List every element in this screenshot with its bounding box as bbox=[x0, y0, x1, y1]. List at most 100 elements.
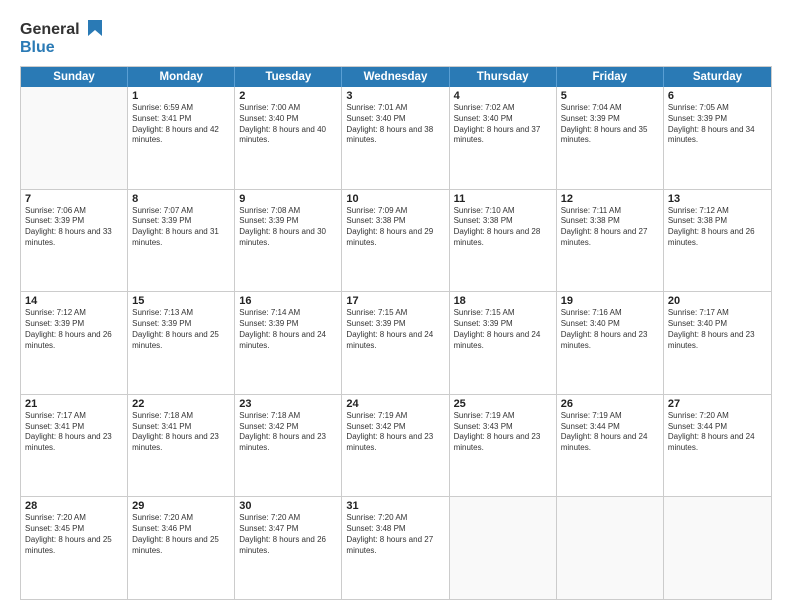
cell-sun-info: Sunrise: 7:13 AM Sunset: 3:39 PM Dayligh… bbox=[132, 308, 230, 351]
calendar-cell: 29Sunrise: 7:20 AM Sunset: 3:46 PM Dayli… bbox=[128, 497, 235, 599]
cell-sun-info: Sunrise: 6:59 AM Sunset: 3:41 PM Dayligh… bbox=[132, 103, 230, 146]
day-number: 25 bbox=[454, 398, 552, 410]
day-number: 28 bbox=[25, 500, 123, 512]
calendar-cell: 18Sunrise: 7:15 AM Sunset: 3:39 PM Dayli… bbox=[450, 292, 557, 394]
day-number: 1 bbox=[132, 90, 230, 102]
weekday-header: Sunday bbox=[21, 67, 128, 87]
cell-sun-info: Sunrise: 7:08 AM Sunset: 3:39 PM Dayligh… bbox=[239, 206, 337, 249]
day-number: 9 bbox=[239, 193, 337, 205]
calendar-cell: 30Sunrise: 7:20 AM Sunset: 3:47 PM Dayli… bbox=[235, 497, 342, 599]
cell-sun-info: Sunrise: 7:12 AM Sunset: 3:39 PM Dayligh… bbox=[25, 308, 123, 351]
calendar-cell: 28Sunrise: 7:20 AM Sunset: 3:45 PM Dayli… bbox=[21, 497, 128, 599]
calendar-cell: 5Sunrise: 7:04 AM Sunset: 3:39 PM Daylig… bbox=[557, 87, 664, 189]
day-number: 17 bbox=[346, 295, 444, 307]
calendar-cell: 1Sunrise: 6:59 AM Sunset: 3:41 PM Daylig… bbox=[128, 87, 235, 189]
calendar-cell: 19Sunrise: 7:16 AM Sunset: 3:40 PM Dayli… bbox=[557, 292, 664, 394]
calendar-cell: 14Sunrise: 7:12 AM Sunset: 3:39 PM Dayli… bbox=[21, 292, 128, 394]
day-number: 27 bbox=[668, 398, 767, 410]
calendar-cell bbox=[664, 497, 771, 599]
weekday-header: Friday bbox=[557, 67, 664, 87]
cell-sun-info: Sunrise: 7:14 AM Sunset: 3:39 PM Dayligh… bbox=[239, 308, 337, 351]
day-number: 4 bbox=[454, 90, 552, 102]
cell-sun-info: Sunrise: 7:07 AM Sunset: 3:39 PM Dayligh… bbox=[132, 206, 230, 249]
calendar-cell: 6Sunrise: 7:05 AM Sunset: 3:39 PM Daylig… bbox=[664, 87, 771, 189]
day-number: 22 bbox=[132, 398, 230, 410]
cell-sun-info: Sunrise: 7:19 AM Sunset: 3:43 PM Dayligh… bbox=[454, 411, 552, 454]
cell-sun-info: Sunrise: 7:18 AM Sunset: 3:41 PM Dayligh… bbox=[132, 411, 230, 454]
logo-svg: GeneralBlue bbox=[20, 16, 110, 60]
cell-sun-info: Sunrise: 7:01 AM Sunset: 3:40 PM Dayligh… bbox=[346, 103, 444, 146]
calendar-week-row: 21Sunrise: 7:17 AM Sunset: 3:41 PM Dayli… bbox=[21, 395, 771, 498]
day-number: 12 bbox=[561, 193, 659, 205]
weekday-header: Wednesday bbox=[342, 67, 449, 87]
calendar-cell bbox=[450, 497, 557, 599]
svg-text:Blue: Blue bbox=[20, 39, 55, 56]
day-number: 2 bbox=[239, 90, 337, 102]
cell-sun-info: Sunrise: 7:18 AM Sunset: 3:42 PM Dayligh… bbox=[239, 411, 337, 454]
day-number: 19 bbox=[561, 295, 659, 307]
calendar-cell: 20Sunrise: 7:17 AM Sunset: 3:40 PM Dayli… bbox=[664, 292, 771, 394]
day-number: 31 bbox=[346, 500, 444, 512]
day-number: 23 bbox=[239, 398, 337, 410]
cell-sun-info: Sunrise: 7:20 AM Sunset: 3:45 PM Dayligh… bbox=[25, 513, 123, 556]
day-number: 8 bbox=[132, 193, 230, 205]
logo: GeneralBlue bbox=[20, 16, 110, 60]
day-number: 24 bbox=[346, 398, 444, 410]
calendar: SundayMondayTuesdayWednesdayThursdayFrid… bbox=[20, 66, 772, 600]
weekday-header: Monday bbox=[128, 67, 235, 87]
cell-sun-info: Sunrise: 7:05 AM Sunset: 3:39 PM Dayligh… bbox=[668, 103, 767, 146]
cell-sun-info: Sunrise: 7:15 AM Sunset: 3:39 PM Dayligh… bbox=[346, 308, 444, 351]
calendar-cell: 9Sunrise: 7:08 AM Sunset: 3:39 PM Daylig… bbox=[235, 190, 342, 292]
day-number: 29 bbox=[132, 500, 230, 512]
day-number: 3 bbox=[346, 90, 444, 102]
calendar-cell: 24Sunrise: 7:19 AM Sunset: 3:42 PM Dayli… bbox=[342, 395, 449, 497]
day-number: 18 bbox=[454, 295, 552, 307]
calendar-body: 1Sunrise: 6:59 AM Sunset: 3:41 PM Daylig… bbox=[21, 87, 771, 599]
calendar-cell: 26Sunrise: 7:19 AM Sunset: 3:44 PM Dayli… bbox=[557, 395, 664, 497]
day-number: 6 bbox=[668, 90, 767, 102]
day-number: 13 bbox=[668, 193, 767, 205]
calendar-cell: 16Sunrise: 7:14 AM Sunset: 3:39 PM Dayli… bbox=[235, 292, 342, 394]
calendar-cell: 10Sunrise: 7:09 AM Sunset: 3:38 PM Dayli… bbox=[342, 190, 449, 292]
cell-sun-info: Sunrise: 7:17 AM Sunset: 3:40 PM Dayligh… bbox=[668, 308, 767, 351]
calendar-week-row: 1Sunrise: 6:59 AM Sunset: 3:41 PM Daylig… bbox=[21, 87, 771, 190]
cell-sun-info: Sunrise: 7:17 AM Sunset: 3:41 PM Dayligh… bbox=[25, 411, 123, 454]
calendar-cell: 17Sunrise: 7:15 AM Sunset: 3:39 PM Dayli… bbox=[342, 292, 449, 394]
calendar-cell: 4Sunrise: 7:02 AM Sunset: 3:40 PM Daylig… bbox=[450, 87, 557, 189]
calendar-page: GeneralBlue SundayMondayTuesdayWednesday… bbox=[0, 0, 792, 612]
calendar-cell: 22Sunrise: 7:18 AM Sunset: 3:41 PM Dayli… bbox=[128, 395, 235, 497]
calendar-cell: 21Sunrise: 7:17 AM Sunset: 3:41 PM Dayli… bbox=[21, 395, 128, 497]
cell-sun-info: Sunrise: 7:20 AM Sunset: 3:44 PM Dayligh… bbox=[668, 411, 767, 454]
day-number: 10 bbox=[346, 193, 444, 205]
day-number: 16 bbox=[239, 295, 337, 307]
day-number: 20 bbox=[668, 295, 767, 307]
cell-sun-info: Sunrise: 7:20 AM Sunset: 3:48 PM Dayligh… bbox=[346, 513, 444, 556]
calendar-week-row: 7Sunrise: 7:06 AM Sunset: 3:39 PM Daylig… bbox=[21, 190, 771, 293]
page-header: GeneralBlue bbox=[20, 16, 772, 60]
calendar-week-row: 14Sunrise: 7:12 AM Sunset: 3:39 PM Dayli… bbox=[21, 292, 771, 395]
cell-sun-info: Sunrise: 7:02 AM Sunset: 3:40 PM Dayligh… bbox=[454, 103, 552, 146]
day-number: 26 bbox=[561, 398, 659, 410]
cell-sun-info: Sunrise: 7:04 AM Sunset: 3:39 PM Dayligh… bbox=[561, 103, 659, 146]
cell-sun-info: Sunrise: 7:11 AM Sunset: 3:38 PM Dayligh… bbox=[561, 206, 659, 249]
calendar-week-row: 28Sunrise: 7:20 AM Sunset: 3:45 PM Dayli… bbox=[21, 497, 771, 599]
calendar-cell bbox=[557, 497, 664, 599]
cell-sun-info: Sunrise: 7:20 AM Sunset: 3:46 PM Dayligh… bbox=[132, 513, 230, 556]
calendar-cell: 11Sunrise: 7:10 AM Sunset: 3:38 PM Dayli… bbox=[450, 190, 557, 292]
day-number: 5 bbox=[561, 90, 659, 102]
calendar-cell bbox=[21, 87, 128, 189]
weekday-header: Saturday bbox=[664, 67, 771, 87]
cell-sun-info: Sunrise: 7:12 AM Sunset: 3:38 PM Dayligh… bbox=[668, 206, 767, 249]
day-number: 7 bbox=[25, 193, 123, 205]
calendar-cell: 8Sunrise: 7:07 AM Sunset: 3:39 PM Daylig… bbox=[128, 190, 235, 292]
cell-sun-info: Sunrise: 7:10 AM Sunset: 3:38 PM Dayligh… bbox=[454, 206, 552, 249]
calendar-cell: 2Sunrise: 7:00 AM Sunset: 3:40 PM Daylig… bbox=[235, 87, 342, 189]
calendar-cell: 7Sunrise: 7:06 AM Sunset: 3:39 PM Daylig… bbox=[21, 190, 128, 292]
calendar-cell: 23Sunrise: 7:18 AM Sunset: 3:42 PM Dayli… bbox=[235, 395, 342, 497]
calendar-cell: 27Sunrise: 7:20 AM Sunset: 3:44 PM Dayli… bbox=[664, 395, 771, 497]
weekday-header: Thursday bbox=[450, 67, 557, 87]
day-number: 11 bbox=[454, 193, 552, 205]
cell-sun-info: Sunrise: 7:19 AM Sunset: 3:42 PM Dayligh… bbox=[346, 411, 444, 454]
cell-sun-info: Sunrise: 7:09 AM Sunset: 3:38 PM Dayligh… bbox=[346, 206, 444, 249]
calendar-cell: 13Sunrise: 7:12 AM Sunset: 3:38 PM Dayli… bbox=[664, 190, 771, 292]
